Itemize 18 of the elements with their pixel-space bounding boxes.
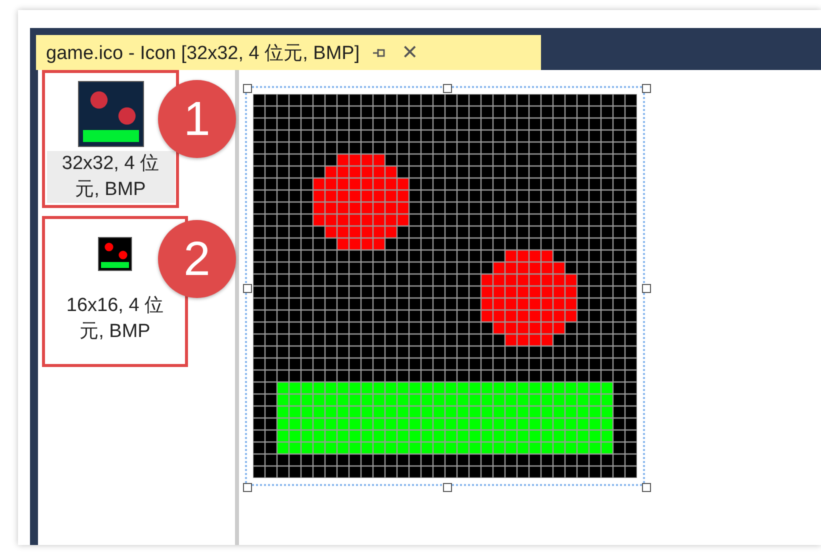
- resize-handle[interactable]: [443, 84, 452, 93]
- close-button[interactable]: ✕: [398, 40, 423, 65]
- pin-icon[interactable]: [372, 46, 386, 58]
- image-type-label: 32x32, 4 位元, BMP: [46, 151, 174, 203]
- icon-preview: [98, 237, 132, 271]
- resize-handle[interactable]: [243, 84, 252, 93]
- resize-handle[interactable]: [243, 483, 252, 492]
- tab-title: game.ico - Icon [32x32, 4 位元, BMP]: [46, 42, 360, 66]
- resize-handle[interactable]: [642, 284, 651, 293]
- resize-handle[interactable]: [243, 284, 252, 293]
- image-type-item[interactable]: 32x32, 4 位元, BMP: [42, 70, 179, 208]
- callout-number: 2: [158, 220, 236, 298]
- resize-handle[interactable]: [642, 84, 651, 93]
- icon-preview: [78, 81, 144, 147]
- callout-number: 1: [158, 80, 236, 158]
- document-tab[interactable]: game.ico - Icon [32x32, 4 位元, BMP] ✕: [36, 35, 541, 70]
- resize-handle[interactable]: [443, 483, 452, 492]
- resize-handle[interactable]: [642, 483, 651, 492]
